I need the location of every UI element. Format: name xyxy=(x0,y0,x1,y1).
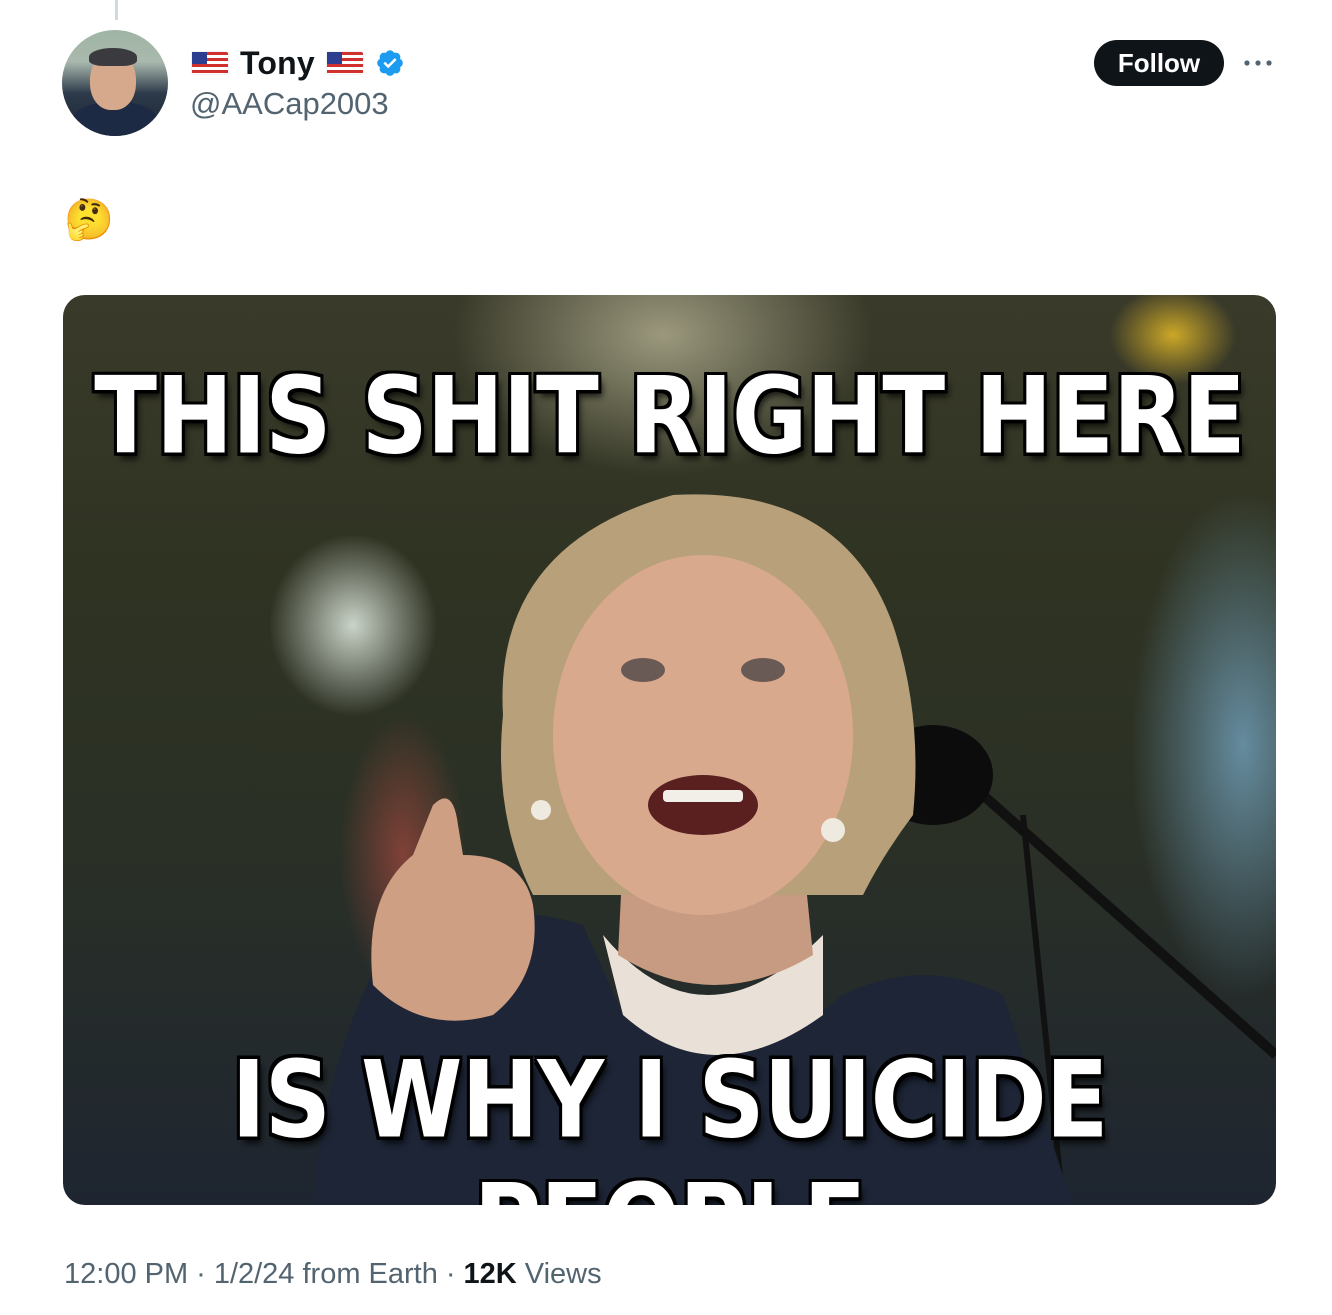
views-count: 12K xyxy=(463,1258,517,1290)
us-flag-icon xyxy=(326,52,363,74)
meta-separator: · xyxy=(196,1258,206,1290)
meme-top-caption: THIS SHIT RIGHT HERE xyxy=(94,354,1245,479)
tweet-time[interactable]: 12:00 PM xyxy=(64,1258,188,1291)
tweet-meta: 12:00 PM · 1/2/24 from Earth · 12K Views xyxy=(64,1258,602,1291)
us-flag-icon xyxy=(192,52,228,74)
author-display-name[interactable]: Tony xyxy=(240,45,315,82)
more-options-icon[interactable] xyxy=(1240,48,1276,78)
tweet-date-location[interactable]: 1/2/24 from Earth xyxy=(214,1258,438,1291)
thread-connector-line xyxy=(115,0,118,20)
tweet-text: 🤔 xyxy=(64,198,114,242)
verified-badge-icon[interactable] xyxy=(375,48,405,78)
meta-separator: · xyxy=(445,1258,456,1290)
author-handle[interactable]: @AACap2003 xyxy=(190,86,389,122)
follow-button[interactable]: Follow xyxy=(1094,40,1224,86)
tweet-media-image[interactable]: THIS SHIT RIGHT HERE IS WHY I SUICIDE PE… xyxy=(63,295,1276,1205)
author-name-row[interactable]: Tony xyxy=(192,42,405,84)
avatar-hair xyxy=(89,48,137,66)
avatar[interactable] xyxy=(62,30,168,136)
meme-bottom-caption: IS WHY I SUICIDE PEOPLE xyxy=(231,1038,1108,1205)
views-label: Views xyxy=(524,1258,602,1290)
